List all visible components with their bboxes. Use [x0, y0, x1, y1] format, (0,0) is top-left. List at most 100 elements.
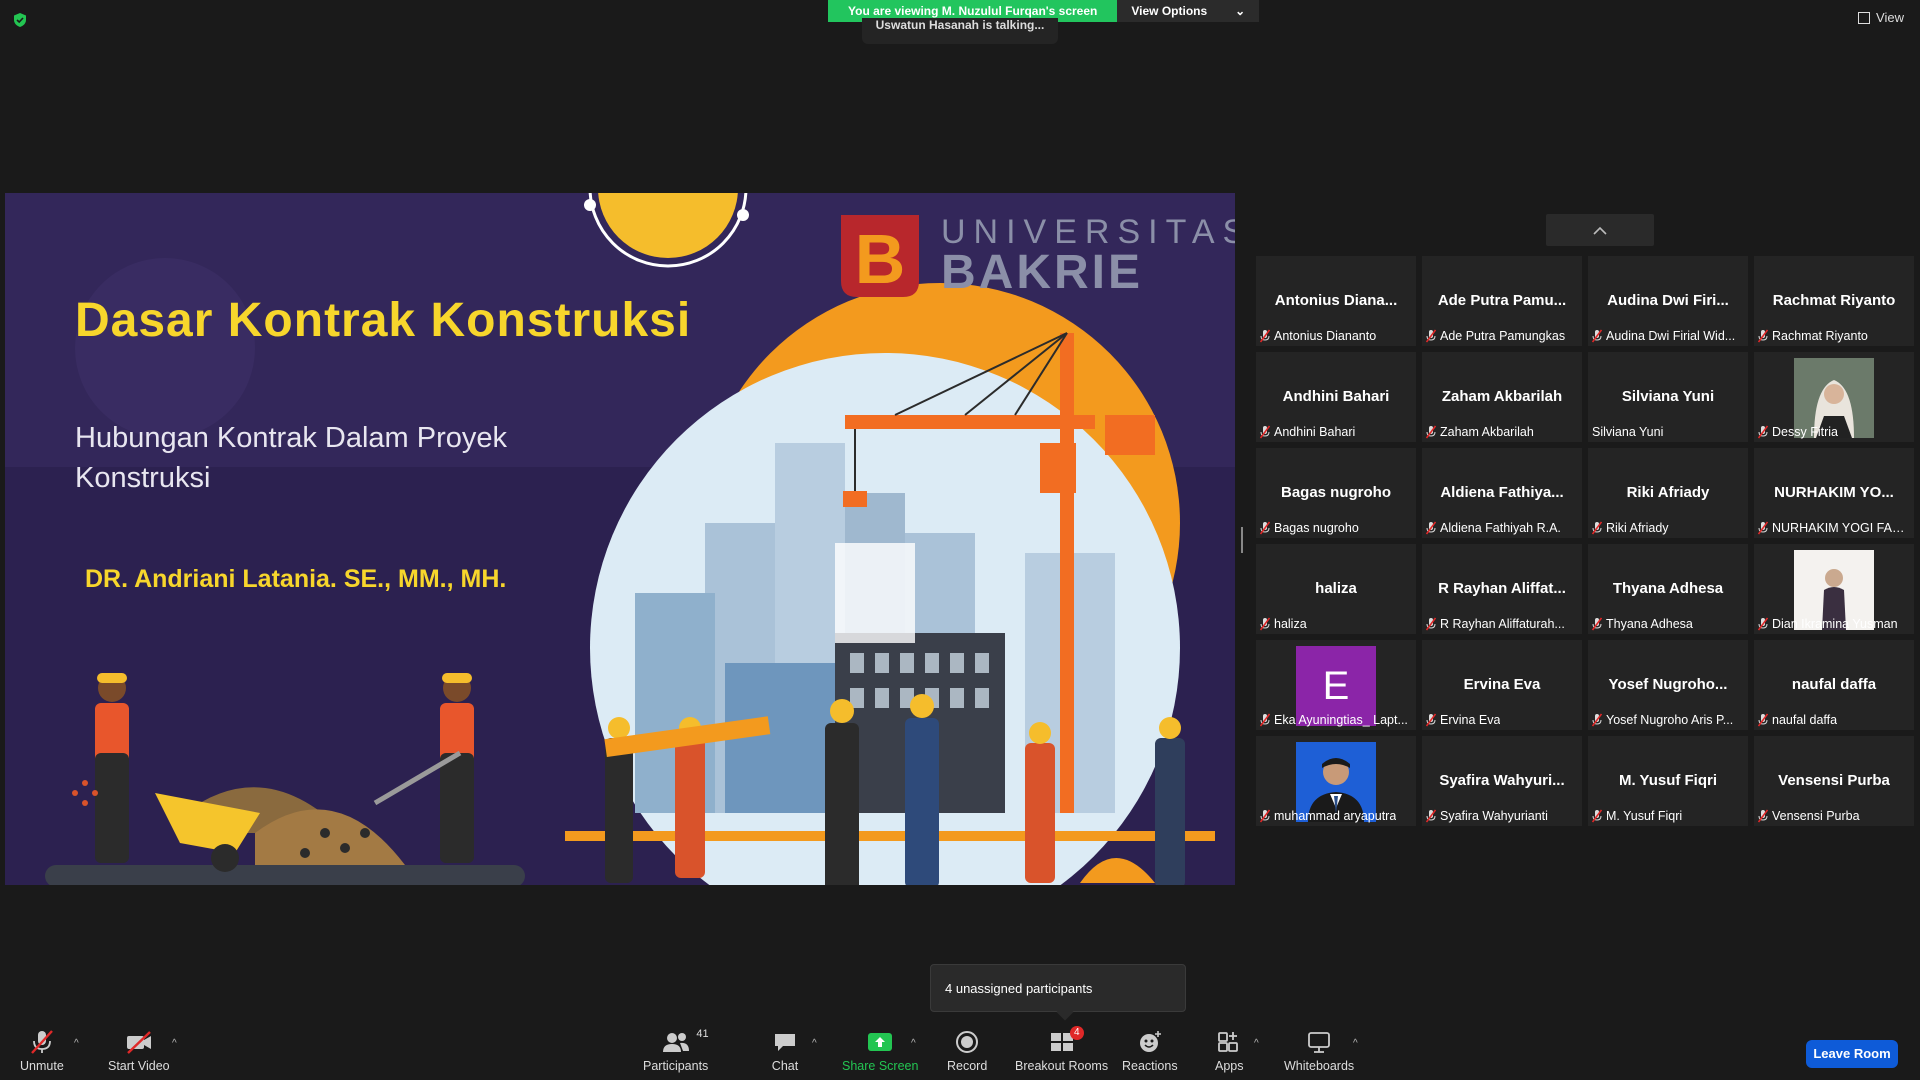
view-label: View: [1876, 10, 1904, 25]
participant-tile[interactable]: Dessy Fitria: [1754, 352, 1914, 442]
participants-button[interactable]: 41 Participants: [643, 1028, 709, 1073]
participants-label: Participants: [643, 1059, 709, 1073]
active-speaker-indicator: Uswatun Hasanah is talking...: [862, 18, 1058, 44]
participant-name-label: Aldiena Fathiyah R.A.: [1426, 520, 1578, 536]
participant-tile[interactable]: Syafira Wahyuri... Syafira Wahyurianti: [1422, 736, 1582, 826]
participant-name-label: Ade Putra Pamungkas: [1426, 328, 1578, 344]
participant-name-label: M. Yusuf Fiqri: [1592, 808, 1744, 824]
apps-button[interactable]: Apps: [1215, 1028, 1244, 1073]
logo-bakrie-text: BAKRIE: [941, 246, 1144, 299]
participant-tile[interactable]: Ervina Eva Ervina Eva: [1422, 640, 1582, 730]
participant-tile[interactable]: Antonius Diana... Antonius Diananto: [1256, 256, 1416, 346]
participant-label-text: Riki Afriady: [1606, 521, 1669, 535]
participant-name-label: haliza: [1260, 616, 1412, 632]
participant-tile[interactable]: NURHAKIM YO... NURHAKIM YOGI FAH...: [1754, 448, 1914, 538]
chevron-down-icon: ⌄: [1235, 4, 1246, 18]
gallery-page-up-button[interactable]: [1546, 214, 1654, 246]
reactions-icon: [1139, 1031, 1161, 1052]
microphone-muted-icon: [1426, 425, 1436, 439]
video-options-caret[interactable]: ^: [172, 1038, 177, 1049]
participant-tile[interactable]: Dian Ikramina Yusman: [1754, 544, 1914, 634]
start-video-label: Start Video: [108, 1059, 170, 1073]
participant-display-name: M. Yusuf Fiqri: [1618, 772, 1718, 789]
apps-options-caret[interactable]: ^: [1254, 1038, 1259, 1049]
microphone-muted-icon: [1758, 521, 1768, 535]
participant-display-name: Antonius Diana...: [1274, 292, 1398, 309]
participant-tile[interactable]: Vensensi Purba Vensensi Purba: [1754, 736, 1914, 826]
participant-display-name: Thyana Adhesa: [1612, 580, 1724, 597]
share-screen-button[interactable]: Share Screen: [842, 1028, 918, 1073]
participants-icon: [662, 1033, 689, 1052]
view-options-label: View Options: [1131, 4, 1208, 18]
slide-author: DR. Andriani Latania. SE., MM., MH.: [85, 565, 507, 593]
participant-display-name: Vensensi Purba: [1778, 772, 1890, 789]
participant-tile[interactable]: haliza haliza: [1256, 544, 1416, 634]
participant-name-label: Bagas nugroho: [1260, 520, 1412, 536]
participant-tile[interactable]: E Eka Ayuningtias_ Lapt...: [1256, 640, 1416, 730]
shared-screen: Dasar Kontrak Konstruksi Hubungan Kontra…: [5, 193, 1235, 885]
participant-tile[interactable]: Silviana Yuni Silviana Yuni: [1588, 352, 1748, 442]
participant-name-label: Thyana Adhesa: [1592, 616, 1744, 632]
unmute-button[interactable]: Unmute: [20, 1028, 64, 1073]
meeting-toolbar: Unmute ^ Start Video ^ 41 Participants C…: [0, 1024, 1920, 1080]
participant-display-name: Ervina Eva: [1463, 676, 1541, 693]
chat-button[interactable]: Chat: [771, 1028, 799, 1073]
participant-label-text: haliza: [1274, 617, 1307, 631]
microphone-muted-icon: [1592, 329, 1602, 343]
participant-tile[interactable]: Bagas nugroho Bagas nugroho: [1256, 448, 1416, 538]
microphone-muted-icon: [1592, 809, 1602, 823]
participant-label-text: Antonius Diananto: [1274, 329, 1377, 343]
participant-display-name: Riki Afriady: [1626, 484, 1710, 501]
participant-tile[interactable]: Ade Putra Pamu... Ade Putra Pamungkas: [1422, 256, 1582, 346]
participant-tile[interactable]: Riki Afriady Riki Afriady: [1588, 448, 1748, 538]
chat-options-caret[interactable]: ^: [812, 1038, 817, 1049]
participant-label-text: R Rayhan Aliffaturah...: [1440, 617, 1565, 631]
apps-icon: [1218, 1032, 1239, 1052]
share-options-caret[interactable]: ^: [911, 1038, 916, 1049]
participant-label-text: Dessy Fitria: [1772, 425, 1838, 439]
apps-label: Apps: [1215, 1059, 1244, 1073]
view-options-button[interactable]: View Options ⌄: [1117, 0, 1260, 22]
audio-options-caret[interactable]: ^: [74, 1038, 79, 1049]
breakout-rooms-button[interactable]: 4 Breakout Rooms: [1015, 1026, 1108, 1073]
participant-display-name: Silviana Yuni: [1621, 388, 1715, 405]
participant-tile[interactable]: Audina Dwi Firi... Audina Dwi Firial Wid.…: [1588, 256, 1748, 346]
participant-name-label: Vensensi Purba: [1758, 808, 1910, 824]
chat-icon: [775, 1034, 795, 1051]
start-video-button[interactable]: Start Video: [108, 1028, 170, 1073]
reactions-button[interactable]: Reactions: [1122, 1028, 1178, 1073]
participant-label-text: Ade Putra Pamungkas: [1440, 329, 1566, 343]
participant-tile[interactable]: Yosef Nugroho... Yosef Nugroho Aris P...: [1588, 640, 1748, 730]
participant-tile[interactable]: muhammad aryaputra: [1256, 736, 1416, 826]
record-label: Record: [947, 1059, 988, 1073]
participant-tile[interactable]: Aldiena Fathiya... Aldiena Fathiyah R.A.: [1422, 448, 1582, 538]
participant-label-text: Andhini Bahari: [1274, 425, 1356, 439]
participant-name-label: Rachmat Riyanto: [1758, 328, 1910, 344]
participant-tile[interactable]: M. Yusuf Fiqri M. Yusuf Fiqri: [1588, 736, 1748, 826]
participant-tile[interactable]: Thyana Adhesa Thyana Adhesa: [1588, 544, 1748, 634]
participant-tile[interactable]: Andhini Bahari Andhini Bahari: [1256, 352, 1416, 442]
microphone-muted-icon: [1260, 329, 1270, 343]
participant-label-text: Dian Ikramina Yusman: [1772, 617, 1898, 631]
chevron-up-icon: [1593, 226, 1607, 235]
participant-tile[interactable]: Zaham Akbarilah Zaham Akbarilah: [1422, 352, 1582, 442]
participant-tile[interactable]: naufal daffa naufal daffa: [1754, 640, 1914, 730]
participant-tile[interactable]: Rachmat Riyanto Rachmat Riyanto: [1754, 256, 1914, 346]
microphone-muted-icon: [1426, 329, 1436, 343]
participant-tile[interactable]: R Rayhan Aliffat... R Rayhan Aliffaturah.…: [1422, 544, 1582, 634]
whiteboards-button[interactable]: Whiteboards: [1284, 1028, 1354, 1073]
panel-resize-handle[interactable]: [1241, 527, 1243, 553]
whiteboards-options-caret[interactable]: ^: [1353, 1038, 1358, 1049]
encryption-shield-icon[interactable]: [12, 12, 28, 28]
participant-name-label: Andhini Bahari: [1260, 424, 1412, 440]
unassigned-participants-tooltip: 4 unassigned participants: [930, 964, 1186, 1012]
participant-display-name: Zaham Akbarilah: [1441, 388, 1563, 405]
view-button[interactable]: View: [1858, 10, 1904, 25]
microphone-muted-icon: [1260, 425, 1270, 439]
participant-label-text: Syafira Wahyurianti: [1440, 809, 1548, 823]
record-button[interactable]: Record: [947, 1028, 987, 1073]
leave-room-button[interactable]: Leave Room: [1806, 1040, 1898, 1068]
participant-name-label: muhammad aryaputra: [1260, 808, 1412, 824]
microphone-muted-icon: [1426, 713, 1436, 727]
participant-name-label: Eka Ayuningtias_ Lapt...: [1260, 712, 1412, 728]
